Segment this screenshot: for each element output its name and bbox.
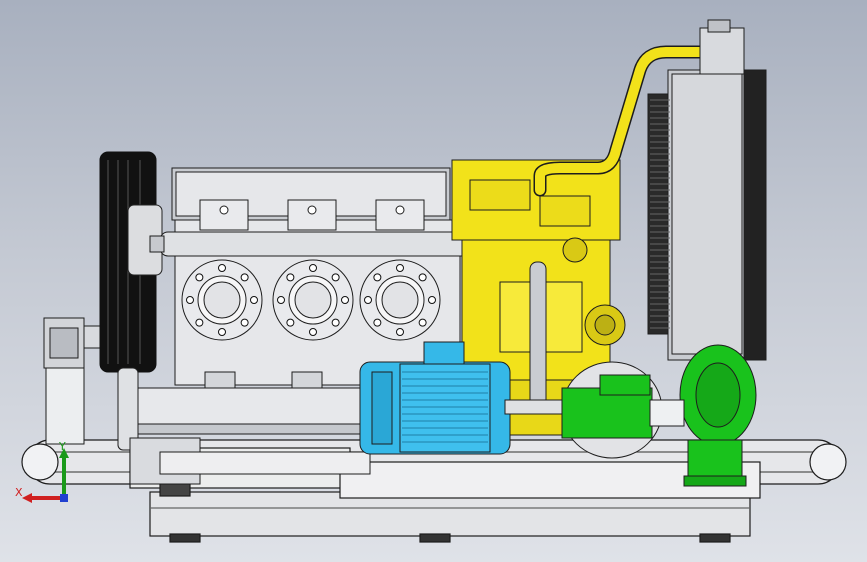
flange-bolt [373, 273, 382, 282]
flange-bolt [418, 273, 427, 282]
flange-bolt [396, 264, 404, 272]
flange-bolt [195, 318, 204, 327]
flange-bolt [428, 296, 436, 304]
view-orientation-triad: X Y [12, 440, 82, 510]
y-axis-label: Y [59, 440, 66, 453]
flange-bolt [418, 318, 427, 327]
flange-bolt [341, 296, 349, 304]
flange-bolt [195, 273, 204, 282]
cad-viewport[interactable]: X Y [0, 0, 867, 562]
triad-axes [22, 448, 69, 503]
flange-bolt [277, 296, 285, 304]
coupling-bracket [43, 317, 105, 445]
z-axis-marker [60, 494, 68, 502]
flange-bolt [364, 296, 372, 304]
shaft-coupling [649, 399, 685, 427]
flange-bolt [331, 318, 340, 327]
flange-bolt [186, 296, 194, 304]
flywheel [99, 151, 163, 373]
flange-bolt [396, 328, 404, 336]
flange-bolt [250, 296, 258, 304]
flange-bolt [218, 328, 226, 336]
flange-bolt [286, 273, 295, 282]
flange-bolt [331, 273, 340, 282]
flange-bolt [240, 273, 249, 282]
flange-bolt [240, 318, 249, 327]
flange-bolt [373, 318, 382, 327]
flange-bolt [309, 328, 317, 336]
flange-bolt [286, 318, 295, 327]
flange-bolt [218, 264, 226, 272]
pump-skid-assembly-model[interactable] [0, 0, 867, 562]
flange-bolt [309, 264, 317, 272]
x-axis-label: X [15, 486, 23, 499]
x-axis-arrowhead [22, 493, 32, 503]
